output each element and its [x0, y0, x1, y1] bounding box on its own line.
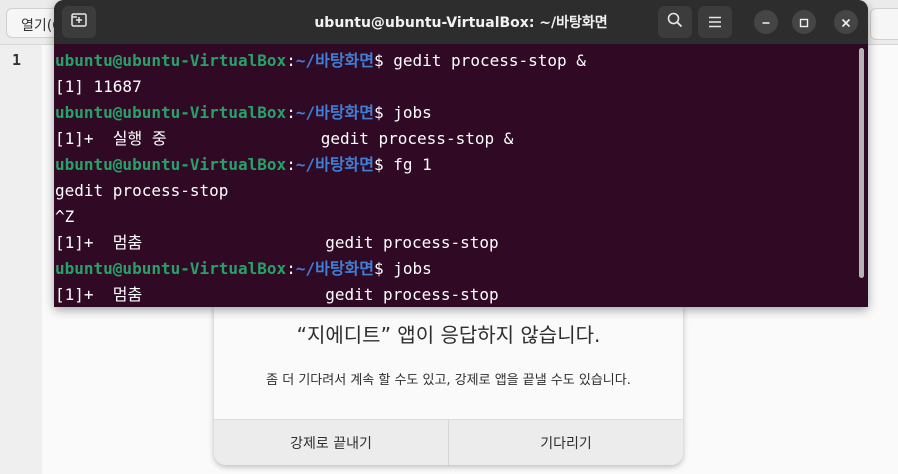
- prompt-dollar: $: [373, 51, 394, 70]
- prompt-separator: :: [286, 155, 296, 174]
- hamburger-menu-icon: [708, 13, 722, 32]
- new-tab-icon: [70, 11, 88, 33]
- wait-button[interactable]: 기다리기: [448, 420, 683, 465]
- terminal-prompt-line: ubuntu@ubuntu-VirtualBox:~/바탕화면$ jobs: [55, 256, 432, 282]
- gedit-menu-button[interactable]: [870, 8, 898, 40]
- maximize-icon: [799, 13, 809, 32]
- prompt-user: ubuntu@ubuntu-VirtualBox: [55, 259, 287, 278]
- search-button[interactable]: [658, 6, 692, 38]
- terminal-scrollbar[interactable]: [859, 48, 864, 278]
- prompt-command: jobs: [393, 103, 432, 122]
- prompt-user: ubuntu@ubuntu-VirtualBox: [55, 155, 287, 174]
- prompt-separator: :: [286, 103, 296, 122]
- terminal-window: ubuntu@ubuntu-VirtualBox: ~/바탕화면 ubuntu@…: [54, 0, 868, 307]
- prompt-path: ~/바탕화면: [295, 259, 374, 278]
- dialog-title: “지에디트” 앱이 응답하지 않습니다.: [296, 323, 601, 347]
- terminal-title: ubuntu@ubuntu-VirtualBox: ~/바탕화면: [314, 15, 608, 31]
- not-responding-dialog: “지에디트” 앱이 응답하지 않습니다. 좀 더 기다려서 계속 할 수도 있고…: [214, 305, 683, 465]
- terminal-output-line: gedit process-stop: [55, 181, 229, 200]
- prompt-separator: :: [286, 51, 296, 70]
- terminal-output-line: ^Z: [55, 207, 75, 226]
- prompt-separator: :: [286, 259, 296, 278]
- prompt-path: ~/바탕화면: [295, 155, 374, 174]
- menu-button[interactable]: [698, 6, 732, 38]
- prompt-command: gedit process-stop &: [393, 51, 586, 70]
- prompt-command: jobs: [393, 259, 432, 278]
- dialog-button-bar: 강제로 끝내기 기다리기: [214, 419, 683, 465]
- close-button[interactable]: [834, 10, 858, 34]
- prompt-path: ~/바탕화면: [295, 51, 374, 70]
- prompt-dollar: $: [373, 103, 394, 122]
- terminal-output-line: [1]+ 멈춤 gedit process-stop: [55, 285, 499, 304]
- force-quit-button[interactable]: 강제로 끝내기: [214, 420, 448, 465]
- terminal-output-line: [1]+ 멈춤 gedit process-stop: [55, 233, 499, 252]
- prompt-dollar: $: [373, 259, 394, 278]
- terminal-output-line: [1]+ 실행 중 gedit process-stop &: [55, 129, 514, 148]
- dialog-message: 좀 더 기다려서 계속 할 수도 있고, 강제로 앱을 끝낼 수도 있습니다.: [266, 373, 631, 388]
- terminal-output[interactable]: ubuntu@ubuntu-VirtualBox:~/바탕화면$ gedit p…: [54, 44, 868, 307]
- line-number: 1: [12, 51, 22, 69]
- minimize-button[interactable]: [754, 10, 778, 34]
- maximize-button[interactable]: [792, 10, 816, 34]
- close-icon: [841, 13, 851, 32]
- search-icon: [667, 12, 683, 32]
- terminal-output-line: [1] 11687: [55, 77, 142, 96]
- new-tab-button[interactable]: [62, 6, 96, 38]
- prompt-dollar: $: [373, 155, 394, 174]
- terminal-prompt-line: ubuntu@ubuntu-VirtualBox:~/바탕화면$ fg 1: [55, 152, 432, 178]
- prompt-command: fg 1: [393, 155, 432, 174]
- line-number-gutter: [0, 45, 42, 474]
- minimize-icon: [761, 13, 771, 32]
- terminal-prompt-line: ubuntu@ubuntu-VirtualBox:~/바탕화면$ jobs: [55, 100, 432, 126]
- terminal-headerbar: ubuntu@ubuntu-VirtualBox: ~/바탕화면: [54, 0, 868, 44]
- terminal-prompt-line: ubuntu@ubuntu-VirtualBox:~/바탕화면$ gedit p…: [55, 48, 586, 74]
- prompt-user: ubuntu@ubuntu-VirtualBox: [55, 51, 287, 70]
- prompt-user: ubuntu@ubuntu-VirtualBox: [55, 103, 287, 122]
- prompt-path: ~/바탕화면: [295, 103, 374, 122]
